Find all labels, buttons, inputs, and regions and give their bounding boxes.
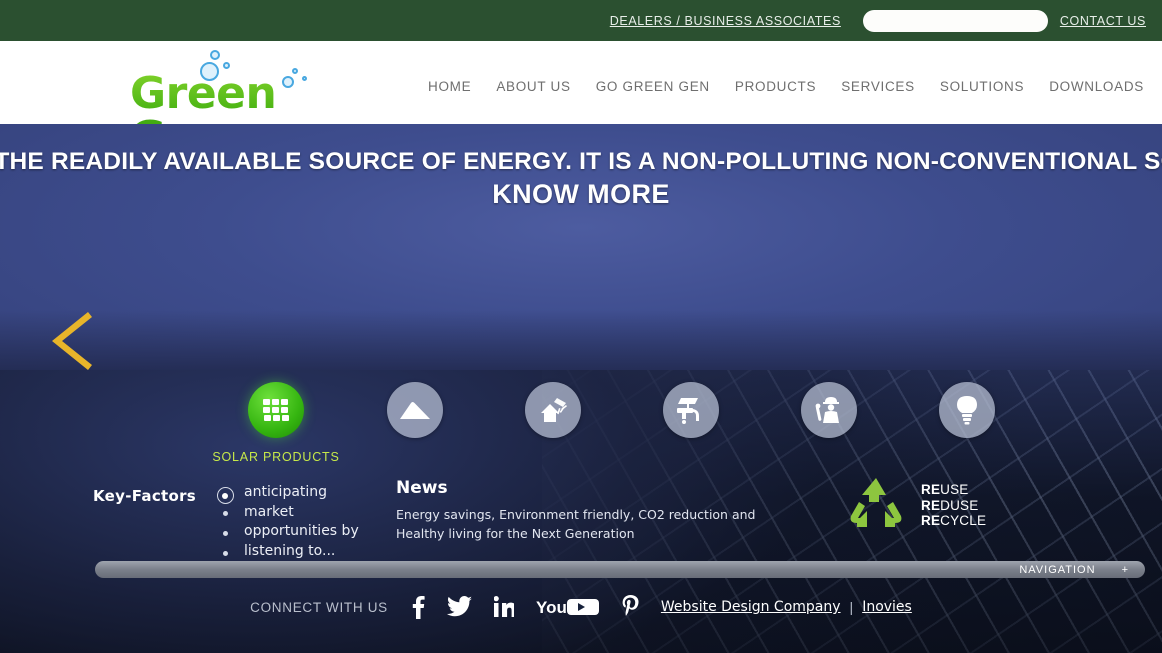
utility-topbar: DEALERS / BUSINESS ASSOCIATES CONTACT US xyxy=(0,0,1162,41)
bullet-indicator[interactable] xyxy=(223,511,228,516)
connect-with-us-label: CONNECT WITH US xyxy=(250,600,388,615)
facebook-icon[interactable] xyxy=(412,595,425,619)
recycle-block: REUSE REDUSE RECYCLE xyxy=(845,475,986,536)
bubble-icon xyxy=(210,50,220,60)
recycle-line-3: RECYCLE xyxy=(921,513,986,529)
category-lighting[interactable] xyxy=(939,382,995,438)
water-heater-tap-icon xyxy=(663,382,719,438)
category-icon-row: SOLAR PRODUCTS xyxy=(0,382,1060,452)
key-factor-line: listening to... xyxy=(244,542,359,562)
nav-item-go-green-gen[interactable]: GO GREEN GEN xyxy=(596,79,710,94)
logo[interactable]: Green Gen xyxy=(130,48,340,118)
worker-helmet-icon xyxy=(801,382,857,438)
hero-headline: SOLAR ENERGY IS THE READILY AVAILABLE SO… xyxy=(0,148,1162,176)
know-more-button[interactable]: KNOW MORE xyxy=(492,179,670,210)
house-solar-rays-icon xyxy=(525,382,581,438)
main-navigation: HOME ABOUT US GO GREEN GEN PRODUCTS SERV… xyxy=(428,71,1144,94)
roof-icon xyxy=(387,382,443,438)
bullet-indicator[interactable] xyxy=(223,531,228,536)
category-roof[interactable] xyxy=(387,382,443,438)
key-factors-block: Key-Factors anticipating market opportun… xyxy=(93,483,359,571)
news-title: News xyxy=(396,478,796,498)
svg-text:You: You xyxy=(536,598,567,617)
key-factors-text: anticipating market opportunities by lis… xyxy=(244,483,359,561)
page-root: DEALERS / BUSINESS ASSOCIATES CONTACT US… xyxy=(0,0,1162,653)
website-design-company-link[interactable]: Website Design Company xyxy=(661,599,841,615)
nav-item-home[interactable]: HOME xyxy=(428,79,471,94)
youtube-icon[interactable]: You xyxy=(536,596,600,618)
recycle-line-1: REUSE xyxy=(921,482,986,498)
search-input[interactable] xyxy=(863,10,1048,32)
hero-slider: SOLAR ENERGY IS THE READILY AVAILABLE SO… xyxy=(0,124,1162,370)
inovies-link[interactable]: Inovies xyxy=(862,599,912,615)
linkedin-icon[interactable] xyxy=(494,596,514,618)
nav-item-downloads[interactable]: DOWNLOADS xyxy=(1049,79,1144,94)
recycle-text: REUSE REDUSE RECYCLE xyxy=(921,482,986,529)
nav-item-solutions[interactable]: SOLUTIONS xyxy=(940,79,1024,94)
nav-item-about-us[interactable]: ABOUT US xyxy=(496,79,570,94)
key-factors-bullets xyxy=(214,483,236,571)
category-label: SOLAR PRODUCTS xyxy=(212,450,339,464)
twitter-icon[interactable] xyxy=(447,596,472,618)
key-factor-line: opportunities by xyxy=(244,522,359,542)
footer: CONNECT WITH US You Website Design Compa… xyxy=(0,588,1162,626)
nav-item-services[interactable]: SERVICES xyxy=(841,79,915,94)
navigation-expand-icon[interactable]: + xyxy=(1122,564,1129,576)
category-solar-products[interactable]: SOLAR PRODUCTS xyxy=(248,382,304,438)
slider-prev-arrow[interactable] xyxy=(48,310,94,372)
key-factor-line: anticipating xyxy=(244,483,359,503)
contact-us-link[interactable]: CONTACT US xyxy=(1060,14,1146,28)
key-factors-title: Key-Factors xyxy=(93,487,196,505)
nav-item-products[interactable]: PRODUCTS xyxy=(735,79,816,94)
site-header: Green Gen HOME ABOUT US GO GREEN GEN PRO… xyxy=(0,41,1162,124)
bullet-indicator[interactable] xyxy=(223,551,228,556)
category-services-worker[interactable] xyxy=(801,382,857,438)
bullet-indicator-active[interactable] xyxy=(217,487,234,504)
key-factor-line: market xyxy=(244,503,359,523)
dealers-link[interactable]: DEALERS / BUSINESS ASSOCIATES xyxy=(610,14,841,28)
recycle-icon xyxy=(845,475,907,536)
news-block: News Energy savings, Environment friendl… xyxy=(396,478,796,543)
category-house-solar[interactable] xyxy=(525,382,581,438)
recycle-line-2: REDUSE xyxy=(921,498,986,514)
navigation-label: NAVIGATION xyxy=(1019,564,1095,576)
news-body: Energy savings, Environment friendly, CO… xyxy=(396,505,796,543)
pinterest-icon[interactable] xyxy=(622,595,639,619)
navigation-bar[interactable]: NAVIGATION + xyxy=(95,561,1145,578)
light-bulb-icon xyxy=(939,382,995,438)
solar-panel-icon xyxy=(248,382,304,438)
category-water-heater[interactable] xyxy=(663,382,719,438)
footer-separator: | xyxy=(850,599,854,615)
